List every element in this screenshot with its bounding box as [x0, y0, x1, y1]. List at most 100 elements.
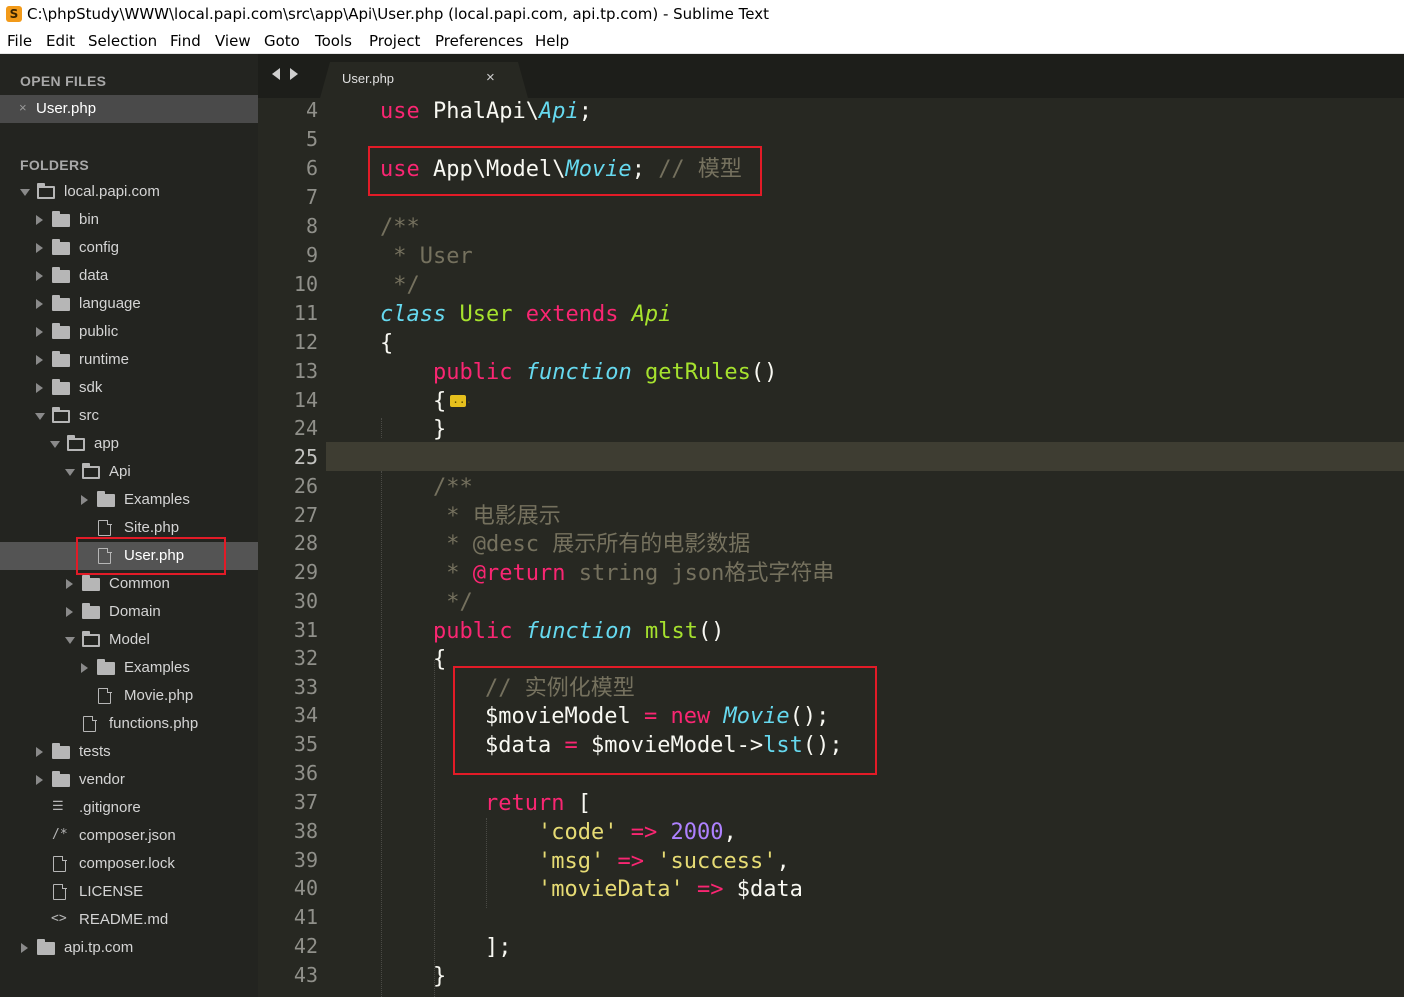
tree-item-local-papi-com[interactable]: local.papi.com: [0, 178, 258, 206]
line-number: 37: [293, 790, 318, 814]
collapsed-arrow-icon[interactable]: [36, 747, 43, 757]
tree-label: runtime: [79, 351, 130, 368]
line-number: 11: [293, 301, 318, 325]
tree-item-license[interactable]: LICENSE: [0, 878, 258, 906]
code-editor[interactable]: 4 5 6 7 8 9 10 11 12 13 14 24 25 26 27 28 29 30 31 32 33 34 35…: [258, 98, 1404, 997]
folder-icon: [97, 491, 115, 507]
tree-item-api-tp-com[interactable]: api.tp.com: [0, 934, 258, 962]
menu-view[interactable]: View: [215, 32, 251, 50]
tree-label: sdk: [79, 379, 103, 396]
expanded-arrow-icon[interactable]: [50, 441, 60, 448]
collapsed-arrow-icon[interactable]: [36, 775, 43, 785]
line-number: 30: [293, 589, 318, 613]
menu-edit[interactable]: Edit: [46, 32, 75, 50]
collapsed-arrow-icon[interactable]: [66, 579, 73, 589]
tree-item-movie-php[interactable]: Movie.php: [0, 682, 258, 710]
tree-item-sdk[interactable]: sdk: [0, 374, 258, 402]
tree-label: Movie.php: [124, 687, 194, 704]
collapsed-arrow-icon[interactable]: [36, 355, 43, 365]
tree-item-examples[interactable]: Examples: [0, 486, 258, 514]
expanded-arrow-icon[interactable]: [35, 413, 45, 420]
collapsed-arrow-icon[interactable]: [36, 215, 43, 225]
sublime-text-icon: S: [6, 6, 22, 22]
collapsed-arrow-icon[interactable]: [81, 663, 88, 673]
folded-code-icon[interactable]: [450, 388, 472, 417]
line-number: 38: [293, 819, 318, 843]
line-number: 24: [293, 416, 318, 440]
tree-item-readme-md[interactable]: <> README.md: [0, 906, 258, 934]
tree-item-composer-lock[interactable]: composer.lock: [0, 850, 258, 878]
code-line-26: /**: [433, 475, 473, 500]
tab-nav-left-icon[interactable]: [272, 68, 280, 80]
tree-item-src[interactable]: src: [0, 402, 258, 430]
menu-bar: File Edit Selection Find View Goto Tools…: [0, 29, 1404, 54]
menu-help[interactable]: Help: [535, 32, 569, 50]
line-number: 27: [293, 503, 318, 527]
line-number: 39: [293, 848, 318, 872]
code-line-4: use PhalApi\Api;: [380, 99, 592, 124]
tree-item-data[interactable]: data: [0, 262, 258, 290]
tree-item-model[interactable]: Model: [0, 626, 258, 654]
menu-selection[interactable]: Selection: [88, 32, 157, 50]
tree-item-public[interactable]: public: [0, 318, 258, 346]
tree-label: language: [79, 295, 141, 312]
tree-item-functions-php[interactable]: functions.php: [0, 710, 258, 738]
menu-project[interactable]: Project: [369, 32, 420, 50]
indent-guide: [381, 418, 382, 438]
tree-item-app[interactable]: app: [0, 430, 258, 458]
menu-preferences[interactable]: Preferences: [435, 32, 523, 50]
tab-close-icon[interactable]: ×: [486, 69, 495, 86]
tab-nav-right-icon[interactable]: [290, 68, 298, 80]
folder-icon: [82, 575, 100, 591]
collapsed-arrow-icon[interactable]: [36, 383, 43, 393]
folder-icon: [97, 659, 115, 675]
highlight-box-use-model: [368, 146, 762, 196]
file-icon: [53, 883, 67, 900]
tree-item-vendor[interactable]: vendor: [0, 766, 258, 794]
tree-item-runtime[interactable]: runtime: [0, 346, 258, 374]
expanded-arrow-icon[interactable]: [20, 189, 30, 196]
tree-label: tests: [79, 743, 111, 760]
tree-item-composer-json[interactable]: /* composer.json: [0, 822, 258, 850]
expanded-arrow-icon[interactable]: [65, 469, 75, 476]
tree-label: src: [79, 407, 99, 424]
tree-item-api[interactable]: Api: [0, 458, 258, 486]
collapsed-arrow-icon[interactable]: [21, 943, 28, 953]
code-line-40: 'movieData' => $data: [538, 877, 803, 902]
folder-icon: [37, 939, 55, 955]
line-number: 7: [305, 185, 318, 209]
tree-item-model-examples[interactable]: Examples: [0, 654, 258, 682]
file-icon: [98, 687, 112, 704]
line-number: 9: [305, 243, 318, 267]
collapsed-arrow-icon[interactable]: [36, 299, 43, 309]
collapsed-arrow-icon[interactable]: [36, 243, 43, 253]
collapsed-arrow-icon[interactable]: [81, 495, 88, 505]
collapsed-arrow-icon[interactable]: [36, 271, 43, 281]
tree-item-config[interactable]: config: [0, 234, 258, 262]
open-file-item[interactable]: × User.php: [0, 95, 258, 123]
tree-item-language[interactable]: language: [0, 290, 258, 318]
code-line-39: 'msg' => 'success',: [538, 849, 790, 874]
collapsed-arrow-icon[interactable]: [36, 327, 43, 337]
tree-item-tests[interactable]: tests: [0, 738, 258, 766]
close-file-icon[interactable]: ×: [19, 100, 27, 115]
tree-label: bin: [79, 211, 100, 228]
tree-item-bin[interactable]: bin: [0, 206, 258, 234]
folder-icon: [52, 239, 70, 255]
collapsed-arrow-icon[interactable]: [66, 607, 73, 617]
menu-file[interactable]: File: [7, 32, 32, 50]
folder-icon: [52, 211, 70, 227]
tree-label: composer.json: [79, 827, 176, 844]
folder-open-icon: [67, 435, 85, 451]
indent-guide: [381, 471, 382, 997]
tree-item-gitignore[interactable]: ☰ .gitignore: [0, 794, 258, 822]
menu-find[interactable]: Find: [170, 32, 201, 50]
line-number: 6: [305, 156, 318, 180]
tab-user-php[interactable]: User.php ×: [320, 62, 528, 98]
menu-tools[interactable]: Tools: [315, 32, 352, 50]
tree-item-domain[interactable]: Domain: [0, 598, 258, 626]
tree-label: config: [79, 239, 120, 256]
expanded-arrow-icon[interactable]: [65, 637, 75, 644]
menu-goto[interactable]: Goto: [264, 32, 300, 50]
line-number: 14: [293, 388, 318, 412]
